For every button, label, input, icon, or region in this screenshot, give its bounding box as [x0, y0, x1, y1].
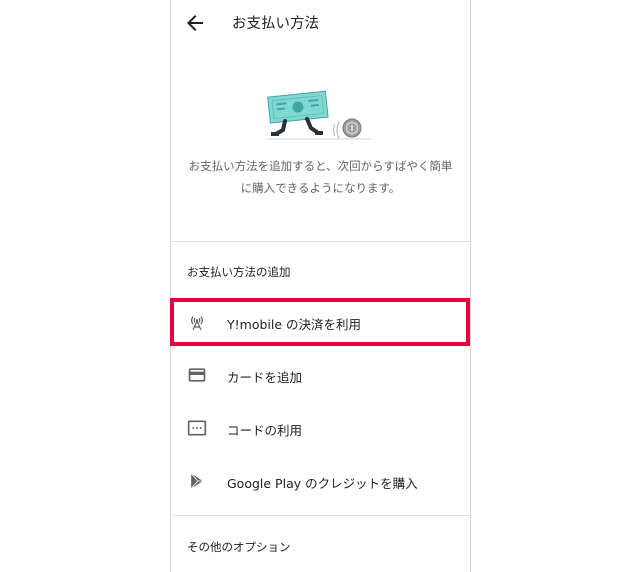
back-button[interactable] [183, 11, 207, 35]
section-title-other-options: その他のオプション [187, 540, 291, 554]
option-label: カードを追加 [227, 370, 303, 385]
option-label: Google Play のクレジットを購入 [227, 476, 418, 491]
section-title-add-payment: お支払い方法の追加 [187, 265, 291, 279]
credit-card-icon [188, 368, 206, 382]
description-text: お支払い方法を追加すると、次回からすばやく簡単に購入できるようになります。 [188, 159, 453, 195]
top-bar: お支払い方法 [171, 0, 470, 46]
divider [171, 515, 470, 516]
arrow-back-icon [187, 15, 203, 31]
option-redeem-code[interactable]: コードの利用 [171, 406, 470, 450]
option-add-card[interactable]: カードを追加 [171, 353, 470, 397]
running-bill-illustration [267, 90, 371, 140]
highlight-box [170, 298, 470, 346]
divider [171, 241, 470, 242]
page-title: お支払い方法 [232, 16, 319, 32]
option-label: コードの利用 [227, 423, 303, 438]
google-play-icon [190, 473, 203, 489]
payment-methods-screen: お支払い方法 お支払い方法を追加すると、次回からすばやく簡単に購入できるようにな… [170, 0, 471, 572]
option-buy-play-credit[interactable]: Google Play のクレジットを購入 [171, 459, 470, 503]
redeem-code-icon [187, 420, 207, 436]
